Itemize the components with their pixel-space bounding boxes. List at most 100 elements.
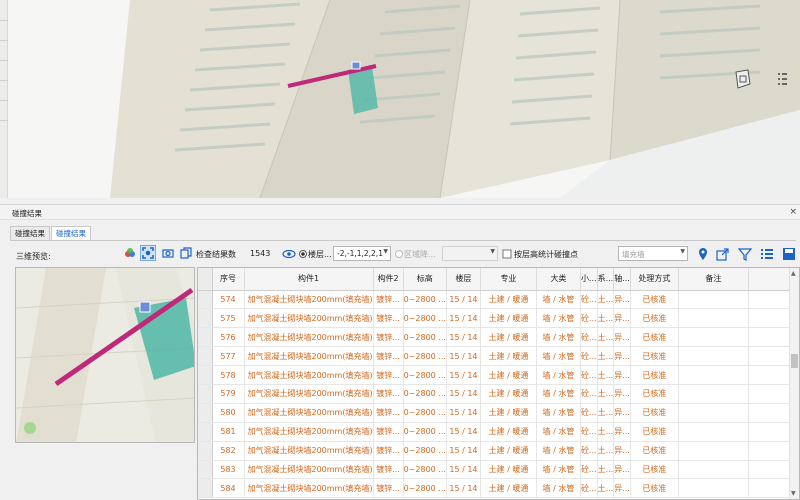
floor-select[interactable]: -2,-1,1,2,2,1 ▼: [333, 246, 391, 261]
table-cell[interactable]: 15 / 14: [446, 346, 481, 367]
table-cell[interactable]: 砼...: [580, 346, 598, 367]
table-row[interactable]: 583 加气混凝土砌块墙200mm(填充墙) 镀锌... 0~2800 ... 15 /…: [198, 460, 799, 480]
table-cell[interactable]: 加气混凝土砌块墙200mm(填充墙): [244, 422, 374, 442]
table-row[interactable]: 579 加气混凝土砌块墙200mm(填充墙) 镀锌... 0~2800 ... 15 /…: [198, 384, 799, 404]
table-cell[interactable]: 墙 / 水管: [536, 403, 581, 423]
table-cell[interactable]: [678, 403, 749, 423]
table-cell[interactable]: 已核准: [630, 308, 679, 329]
table-cell[interactable]: 墙 / 水管: [536, 308, 581, 329]
table-cell[interactable]: 镀锌...: [373, 346, 404, 367]
table-cell[interactable]: 土建 / 暖通: [480, 308, 537, 329]
col-header[interactable]: 构件1: [244, 268, 374, 291]
table-cell[interactable]: 15 / 14: [446, 384, 481, 404]
view-menu-icon[interactable]: [776, 70, 788, 90]
table-cell[interactable]: 异...: [613, 327, 631, 348]
table-cell[interactable]: 574: [212, 290, 245, 310]
view-cube-icon[interactable]: [732, 68, 752, 90]
table-cell[interactable]: 镀锌...: [373, 327, 404, 348]
table-cell[interactable]: 加气混凝土砌块墙200mm(填充墙): [244, 327, 374, 348]
table-cell[interactable]: [678, 365, 749, 385]
table-cell[interactable]: 土建 / 暖通: [480, 384, 537, 404]
table-cell[interactable]: 已核准: [630, 478, 679, 499]
table-cell[interactable]: 土...: [597, 478, 615, 499]
table-cell[interactable]: 土...: [597, 441, 615, 461]
table-cell[interactable]: [678, 290, 749, 310]
table-cell[interactable]: 已核准: [630, 290, 679, 310]
vertical-scrollbar[interactable]: ▲ ▼: [789, 268, 799, 499]
table-cell[interactable]: 土...: [597, 365, 615, 385]
table-cell[interactable]: 已核准: [630, 403, 679, 423]
row-header[interactable]: [198, 327, 213, 348]
table-cell[interactable]: 0~2800 ...: [403, 327, 447, 348]
table-cell[interactable]: 15 / 14: [446, 441, 481, 461]
row-header[interactable]: [198, 441, 213, 461]
table-cell[interactable]: [678, 441, 749, 461]
close-icon[interactable]: ×: [789, 207, 797, 217]
table-cell[interactable]: 15 / 14: [446, 478, 481, 499]
color-palette-icon[interactable]: [122, 245, 138, 261]
table-cell[interactable]: 墙 / 水管: [536, 290, 581, 310]
scroll-down-icon[interactable]: ▼: [791, 490, 796, 497]
table-cell[interactable]: 15 / 14: [446, 327, 481, 348]
table-cell[interactable]: 砼...: [580, 478, 598, 499]
table-cell[interactable]: 加气混凝土砌块墙200mm(填充墙): [244, 441, 374, 461]
col-header[interactable]: 小...: [580, 268, 598, 291]
table-cell[interactable]: 砼...: [580, 441, 598, 461]
table-row[interactable]: 576 加气混凝土砌块墙200mm(填充墙) 镀锌... 0~2800 ... 15 /…: [198, 327, 799, 348]
table-cell[interactable]: 0~2800 ...: [403, 384, 447, 404]
table-cell[interactable]: 镀锌...: [373, 441, 404, 461]
table-cell[interactable]: 578: [212, 365, 245, 385]
table-cell[interactable]: 15 / 14: [446, 422, 481, 442]
table-cell[interactable]: 镀锌...: [373, 384, 404, 404]
table-cell[interactable]: 土...: [597, 403, 615, 423]
table-cell[interactable]: 镀锌...: [373, 460, 404, 480]
filter-select[interactable]: 填充墙 ▼: [618, 246, 688, 261]
filter-icon[interactable]: [737, 247, 753, 261]
table-row[interactable]: 574 加气混凝土砌块墙200mm(填充墙) 镀锌... 0~2800 ... 15 /…: [198, 290, 799, 310]
table-cell[interactable]: 墙 / 水管: [536, 327, 581, 348]
table-cell[interactable]: 砼...: [580, 403, 598, 423]
table-cell[interactable]: 异...: [613, 422, 631, 442]
col-header[interactable]: 大类: [536, 268, 581, 291]
table-row[interactable]: 577 加气混凝土砌块墙200mm(填充墙) 镀锌... 0~2800 ... 15 /…: [198, 346, 799, 367]
list-settings-icon[interactable]: [760, 247, 774, 261]
table-cell[interactable]: 砼...: [580, 460, 598, 480]
table-cell[interactable]: 0~2800 ...: [403, 290, 447, 310]
table-cell[interactable]: 580: [212, 403, 245, 423]
table-cell[interactable]: [678, 327, 749, 348]
table-cell[interactable]: 加气混凝土砌块墙200mm(填充墙): [244, 460, 374, 480]
table-row[interactable]: 580 加气混凝土砌块墙200mm(填充墙) 镀锌... 0~2800 ... 15 /…: [198, 403, 799, 423]
row-header[interactable]: [198, 384, 213, 404]
tab-collision-results-1[interactable]: 碰撞结果: [10, 226, 50, 240]
table-cell[interactable]: 砼...: [580, 308, 598, 329]
table-cell[interactable]: [678, 422, 749, 442]
table-cell[interactable]: 已核准: [630, 441, 679, 461]
table-cell[interactable]: 加气混凝土砌块墙200mm(填充墙): [244, 384, 374, 404]
scroll-thumb[interactable]: [791, 354, 798, 368]
table-cell[interactable]: 0~2800 ...: [403, 365, 447, 385]
save-icon[interactable]: [782, 247, 796, 261]
table-cell[interactable]: 异...: [613, 460, 631, 480]
row-header[interactable]: [198, 308, 213, 329]
table-row[interactable]: 575 加气混凝土砌块墙200mm(填充墙) 镀锌... 0~2800 ... 15 /…: [198, 308, 799, 329]
table-row[interactable]: 582 加气混凝土砌块墙200mm(填充墙) 镀锌... 0~2800 ... 15 /…: [198, 441, 799, 461]
col-header[interactable]: 系...: [597, 268, 615, 291]
col-header[interactable]: 处理方式: [630, 268, 679, 291]
table-cell[interactable]: 15 / 14: [446, 403, 481, 423]
col-header[interactable]: 序号: [212, 268, 245, 291]
eye-icon[interactable]: [282, 247, 296, 261]
row-header[interactable]: [198, 346, 213, 367]
3d-preview[interactable]: [15, 267, 195, 443]
table-cell[interactable]: 已核准: [630, 346, 679, 367]
table-cell[interactable]: 土建 / 暖通: [480, 441, 537, 461]
table-cell[interactable]: 砼...: [580, 422, 598, 442]
table-cell[interactable]: 异...: [613, 308, 631, 329]
copy-icon[interactable]: [178, 245, 194, 261]
table-cell[interactable]: 镀锌...: [373, 478, 404, 499]
table-cell[interactable]: 异...: [613, 346, 631, 367]
table-cell[interactable]: 土...: [597, 327, 615, 348]
table-cell[interactable]: 575: [212, 308, 245, 329]
table-cell[interactable]: 已核准: [630, 365, 679, 385]
table-cell[interactable]: 异...: [613, 403, 631, 423]
row-header[interactable]: [198, 403, 213, 423]
